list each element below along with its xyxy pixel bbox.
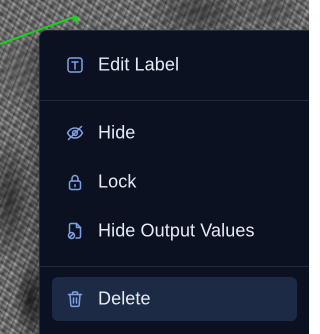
image-viewer-canvas[interactable]: Edit Label Hide Lock Hide Output Values … [0, 0, 309, 334]
lock-icon [66, 173, 84, 191]
delete-menu-item[interactable]: Delete [52, 277, 297, 321]
trash-icon [66, 290, 84, 308]
edit-label-text: Edit Label [98, 54, 180, 75]
file-off-icon [66, 222, 84, 240]
text-box-icon [66, 56, 84, 74]
delete-label: Delete [98, 288, 151, 309]
context-menu: Edit Label Hide Lock Hide Output Values … [39, 30, 309, 334]
eye-off-icon [66, 124, 84, 142]
hide-output-values-menu-item[interactable]: Hide Output Values [52, 209, 297, 253]
hide-menu-item[interactable]: Hide [52, 111, 297, 155]
menu-divider [40, 266, 309, 267]
lock-label: Lock [98, 171, 137, 192]
edit-label-menu-item[interactable]: Edit Label [52, 43, 297, 87]
hide-output-values-label: Hide Output Values [98, 220, 255, 241]
menu-divider [40, 100, 309, 101]
annotation-vertex[interactable] [73, 15, 79, 21]
hide-label: Hide [98, 122, 136, 143]
lock-menu-item[interactable]: Lock [52, 160, 297, 204]
